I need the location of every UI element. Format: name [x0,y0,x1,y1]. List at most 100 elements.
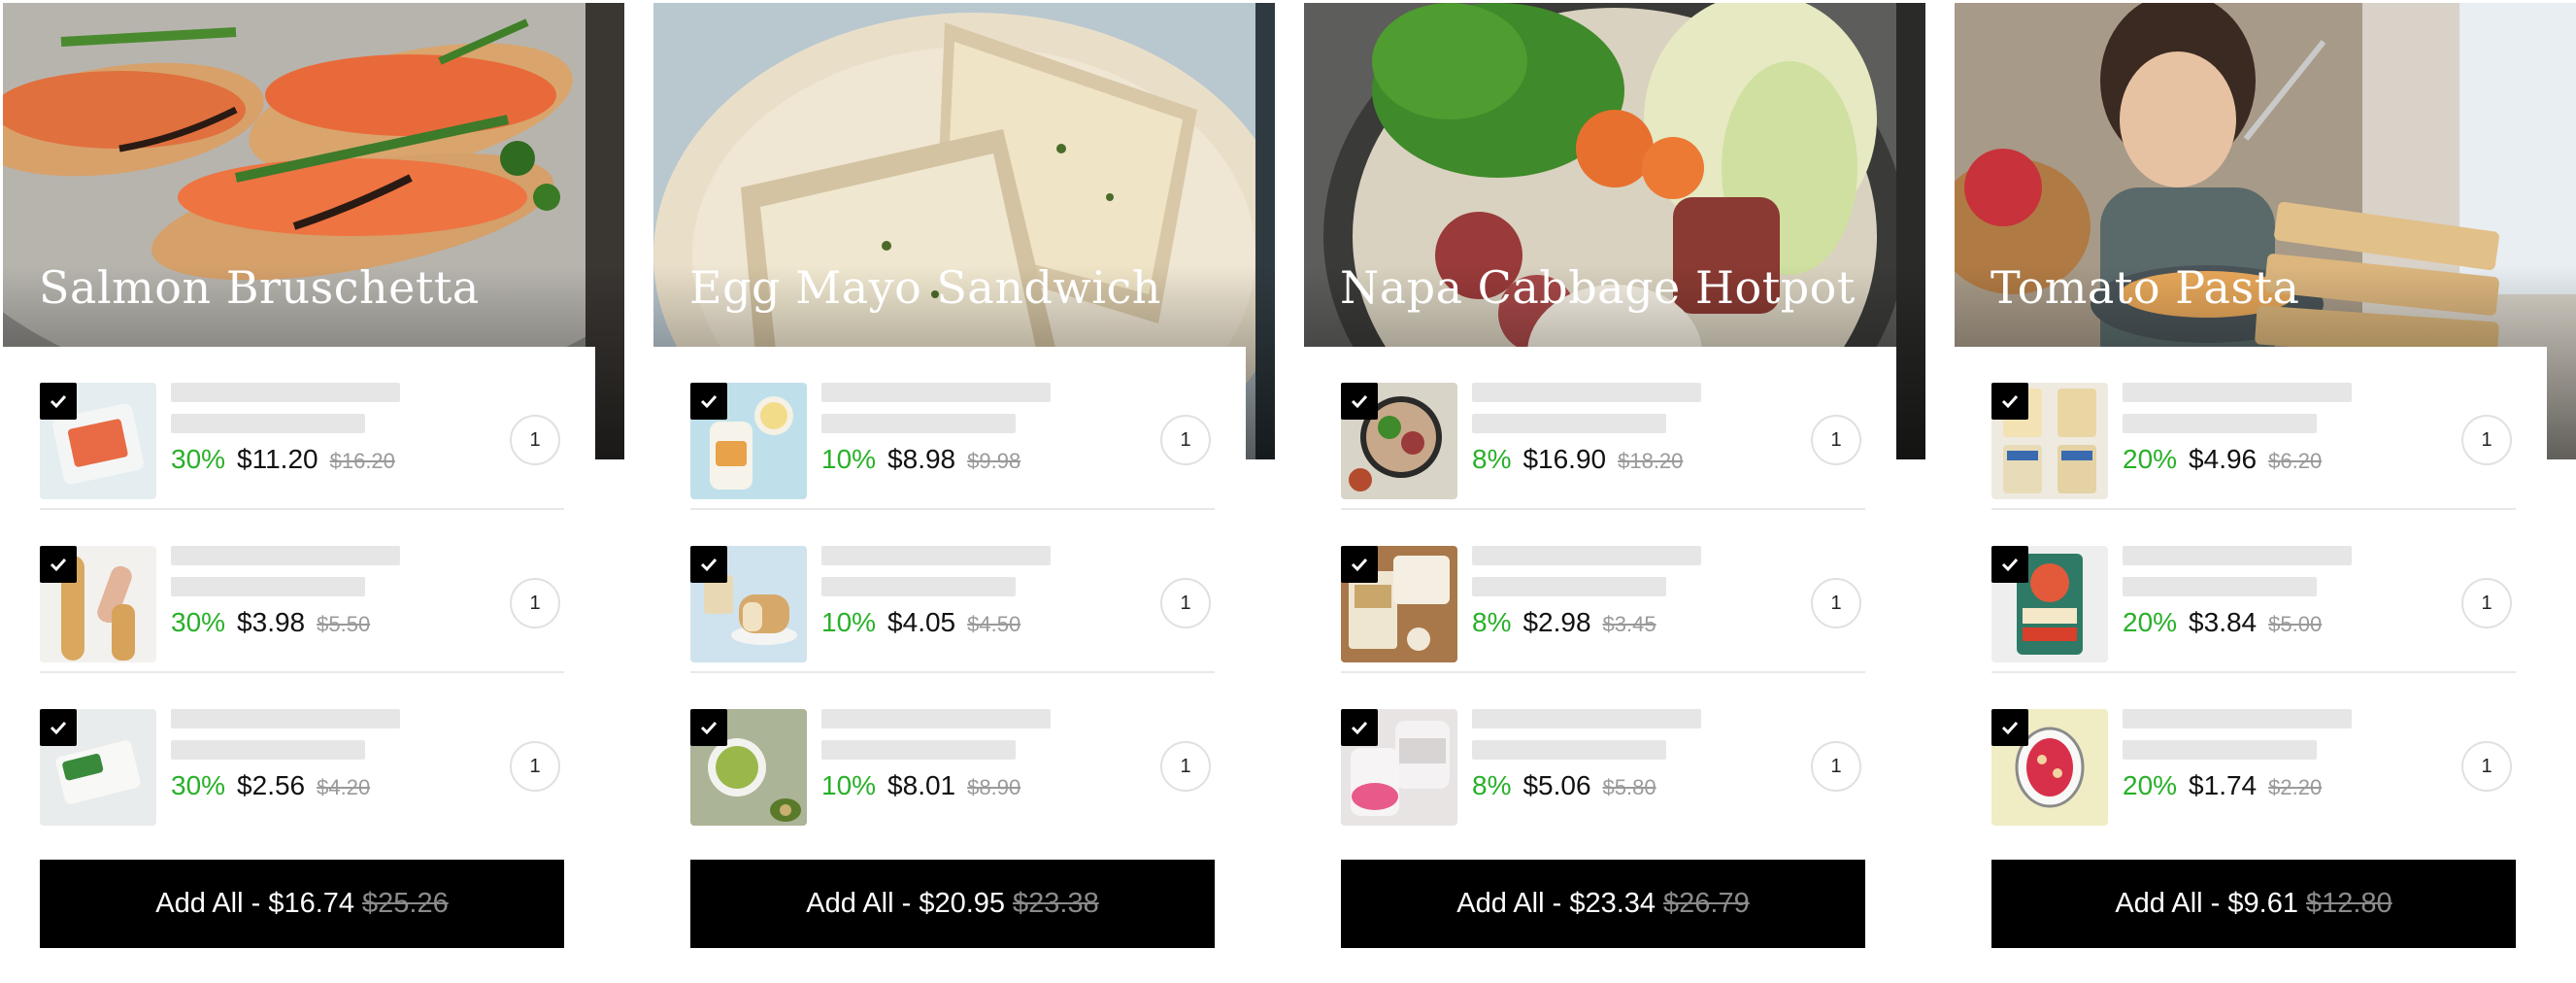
item-pricing: 20% $4.96 $6.20 [2123,444,2322,483]
checkmark-icon [50,721,67,735]
original-price: $2.20 [2268,775,2323,799]
item-detail-placeholder [1472,414,1666,433]
item-detail-placeholder [171,577,365,596]
quantity-button[interactable]: 1 [510,415,560,465]
sale-price: $3.98 [237,607,306,637]
ingredient-item: 30% $11.20 $16.20 1 [40,347,564,510]
item-checkbox[interactable] [40,383,77,420]
discount-percent: 20% [2123,444,2178,474]
quantity-button[interactable]: 1 [1811,741,1861,792]
item-checkbox[interactable] [1991,709,2028,746]
recipe-title: Napa Cabbage Hotpot [1340,261,1856,314]
quantity-button[interactable]: 1 [1160,741,1211,792]
item-detail-placeholder [171,414,365,433]
sale-price: $2.98 [1522,607,1591,637]
sale-price: $8.98 [887,444,956,474]
item-name-placeholder [2123,709,2352,729]
item-pricing: 8% $2.98 $3.45 [1472,607,1656,646]
discount-percent: 10% [821,444,877,474]
discount-percent: 10% [821,607,877,637]
checkmark-icon [2001,558,2019,572]
original-price: $5.50 [317,612,371,636]
item-detail-placeholder [171,740,365,760]
sale-price: $1.74 [2189,770,2258,800]
original-price: $6.20 [2268,449,2323,473]
add-all-original-total: $12.80 [2305,888,2392,919]
add-all-button[interactable]: Add All - $23.34 $26.79 [1341,860,1865,948]
ingredient-item: 10% $4.05 $4.50 1 [690,510,1215,673]
item-detail-placeholder [821,414,1016,433]
item-name-placeholder [171,709,400,729]
item-checkbox[interactable] [40,709,77,746]
discount-percent: 20% [2123,770,2178,800]
quantity-button[interactable]: 1 [2461,741,2512,792]
recipe-title: Tomato Pasta [1991,261,2300,314]
sale-price: $4.05 [887,607,956,637]
quantity-button[interactable]: 1 [1160,415,1211,465]
checkmark-icon [50,558,67,572]
item-checkbox[interactable] [1991,546,2028,583]
ingredient-item: 20% $4.96 $6.20 1 [1991,347,2516,510]
quantity-button[interactable]: 1 [510,741,560,792]
item-checkbox[interactable] [1341,546,1378,583]
quantity-button[interactable]: 1 [1811,415,1861,465]
item-pricing: 8% $16.90 $18.20 [1472,444,1683,483]
sale-price: $3.84 [2189,607,2258,637]
item-detail-placeholder [1472,577,1666,596]
sale-price: $5.06 [1522,770,1591,800]
sale-price: $11.20 [237,444,318,474]
quantity-button[interactable]: 1 [1160,578,1211,628]
discount-percent: 20% [2123,607,2178,637]
checkmark-icon [1351,558,1368,572]
quantity-button[interactable]: 1 [2461,415,2512,465]
item-checkbox[interactable] [690,709,727,746]
item-checkbox[interactable] [690,546,727,583]
add-all-label: Add All - $23.34 [1456,888,1656,919]
ingredient-item: 8% $16.90 $18.20 1 [1341,347,1865,510]
original-price: $8.90 [967,775,1021,799]
item-detail-placeholder [821,577,1016,596]
item-name-placeholder [1472,383,1701,402]
quantity-button[interactable]: 1 [2461,578,2512,628]
item-name-placeholder [821,709,1051,729]
item-checkbox[interactable] [690,383,727,420]
add-all-label: Add All - $20.95 [806,888,1006,919]
item-pricing: 10% $4.05 $4.50 [821,607,1020,646]
quantity-button[interactable]: 1 [510,578,560,628]
item-checkbox[interactable] [1341,383,1378,420]
quantity-button[interactable]: 1 [1811,578,1861,628]
ingredient-item: 10% $8.01 $8.90 1 [690,673,1215,836]
recipe-title: Salmon Bruschetta [39,261,480,314]
discount-percent: 30% [171,607,226,637]
add-all-button[interactable]: Add All - $16.74 $25.26 [40,860,564,948]
checkmark-icon [700,721,718,735]
item-pricing: 10% $8.01 $8.90 [821,770,1020,809]
checkmark-icon [700,558,718,572]
item-detail-placeholder [2123,414,2317,433]
add-all-button[interactable]: Add All - $9.61 $12.80 [1991,860,2516,948]
original-price: $5.80 [1602,775,1656,799]
discount-percent: 8% [1472,607,1512,637]
recipe-card-napa-cabbage-hotpot: Napa Cabbage Hotpot 8% $16.90 $18.20 1 8… [1304,0,1925,983]
discount-percent: 8% [1472,444,1512,474]
item-name-placeholder [1472,546,1701,565]
item-checkbox[interactable] [1341,709,1378,746]
original-price: $4.50 [967,612,1021,636]
checkmark-icon [1351,721,1368,735]
recipe-card-tomato-pasta: Tomato Pasta 20% $4.96 $6.20 1 20% $3.84… [1955,0,2576,983]
add-all-label: Add All - $16.74 [155,888,355,919]
original-price: $4.20 [317,775,371,799]
ingredient-item: 8% $2.98 $3.45 1 [1341,510,1865,673]
item-pricing: 8% $5.06 $5.80 [1472,770,1656,809]
add-all-button[interactable]: Add All - $20.95 $23.38 [690,860,1215,948]
item-pricing: 30% $3.98 $5.50 [171,607,370,646]
item-name-placeholder [171,383,400,402]
original-price: $5.00 [2268,612,2323,636]
discount-percent: 8% [1472,770,1512,800]
item-pricing: 30% $11.20 $16.20 [171,444,395,483]
add-all-original-total: $23.38 [1013,888,1099,919]
add-all-original-total: $25.26 [362,888,449,919]
item-checkbox[interactable] [40,546,77,583]
item-name-placeholder [2123,546,2352,565]
item-checkbox[interactable] [1991,383,2028,420]
